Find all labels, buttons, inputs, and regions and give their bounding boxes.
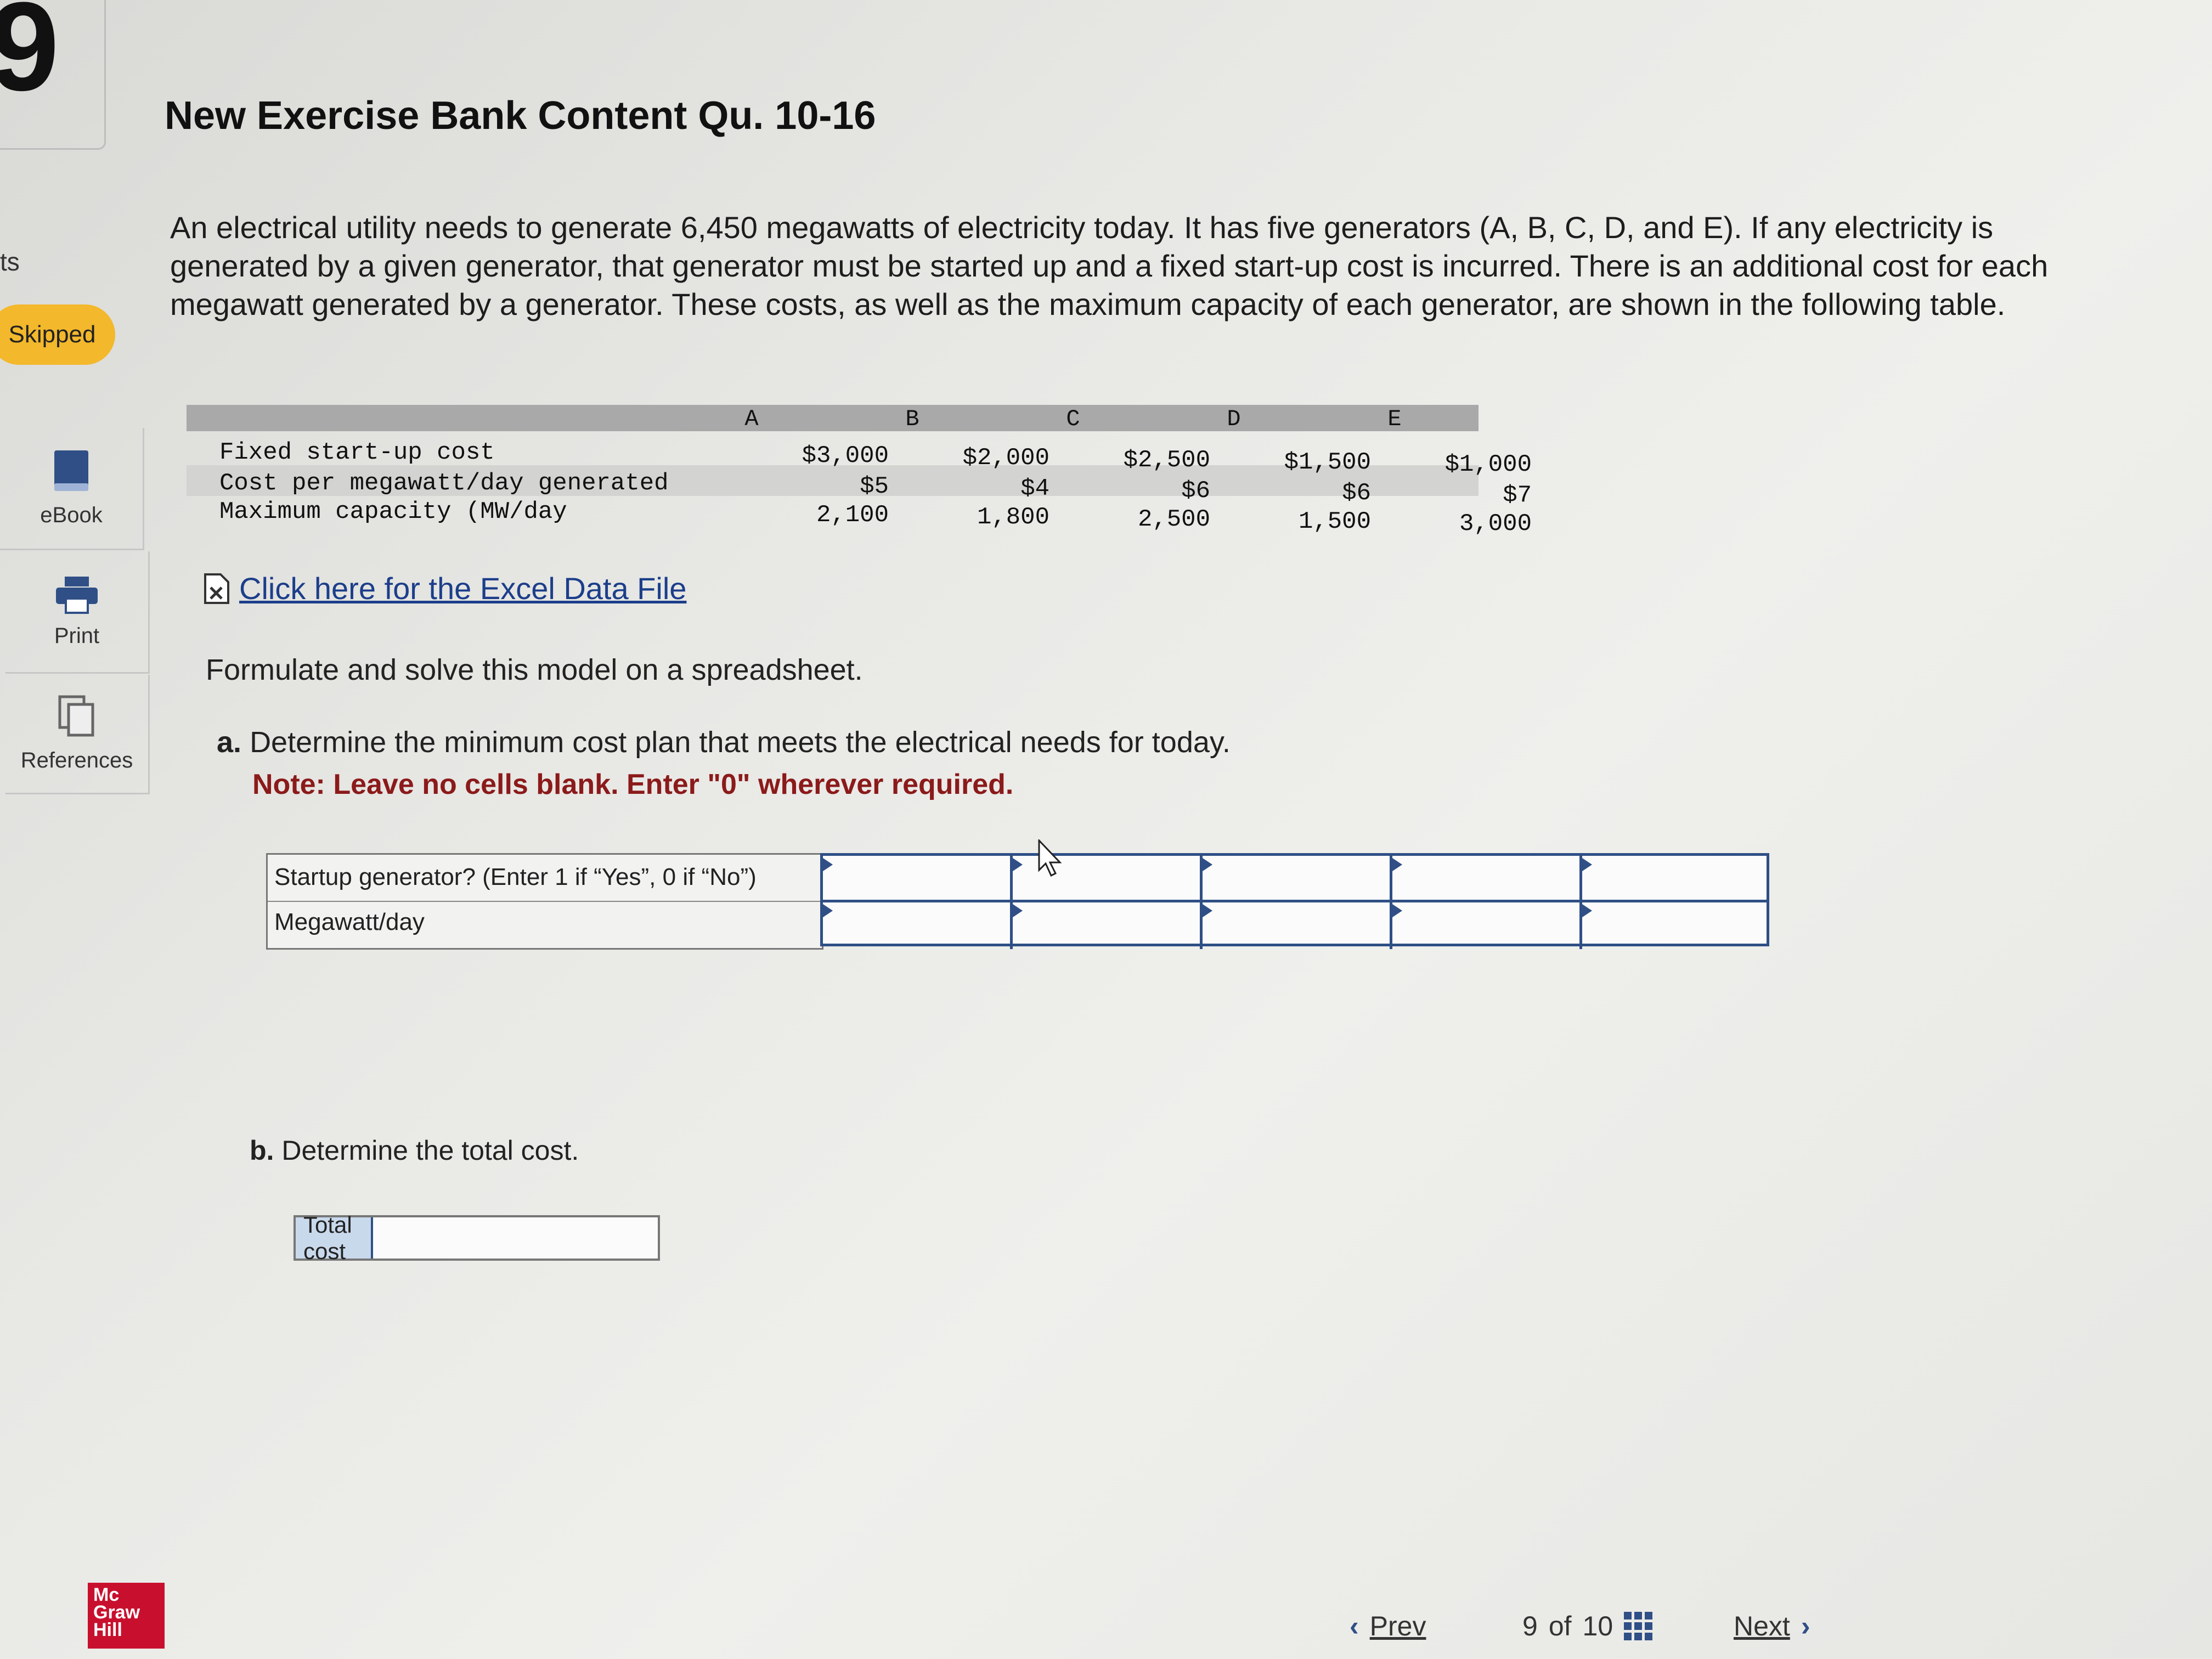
- megawatt-input-e[interactable]: [1593, 904, 1763, 945]
- answer-cells: [820, 853, 1769, 949]
- logo-line: Graw: [93, 1602, 140, 1623]
- col-header-b: B: [905, 406, 919, 432]
- excel-file-icon: [204, 573, 229, 604]
- excel-data-link[interactable]: Click here for the Excel Data File: [203, 571, 686, 606]
- table-header-band: [187, 405, 1479, 431]
- skipped-badge[interactable]: Skipped: [0, 304, 115, 365]
- ebook-icon: [54, 450, 88, 491]
- part-b-text: Determine the total cost.: [281, 1135, 579, 1166]
- excel-link-label[interactable]: Click here for the Excel Data File: [239, 571, 686, 606]
- total-cost-row: Total cost: [294, 1212, 660, 1264]
- part-b-letter: b.: [250, 1135, 274, 1166]
- problem-intro: An electrical utility needs to generate …: [170, 210, 2049, 321]
- table-cell: $4: [1020, 475, 1049, 503]
- table-cell: $2,500: [1123, 447, 1210, 474]
- grid-hline: [823, 900, 1767, 902]
- chevron-right-icon: ›: [1801, 1611, 1810, 1641]
- table-cell: 2,100: [816, 501, 889, 529]
- megawatt-row-label: Megawatt/day: [274, 909, 425, 935]
- rail-partial-label: ts: [0, 247, 20, 276]
- print-icon: [56, 576, 98, 614]
- answer-grid-labels: Startup generator? (Enter 1 if “Yes”, 0 …: [266, 853, 823, 950]
- references-label: References: [20, 748, 133, 772]
- input-flag-icon: [1392, 858, 1402, 871]
- logo-line: Mc: [93, 1584, 120, 1605]
- input-flag-icon: [823, 858, 833, 871]
- megawatt-input-c[interactable]: [1214, 904, 1389, 945]
- startup-input-c[interactable]: [1214, 858, 1389, 899]
- input-flag-icon: [1392, 904, 1402, 917]
- label-divider: [268, 901, 822, 902]
- table-cell: 2,500: [1137, 506, 1210, 533]
- col-header-e: E: [1387, 406, 1402, 432]
- prev-button[interactable]: ‹ Prev: [1350, 1610, 1426, 1642]
- table-cell: $2,000: [962, 444, 1049, 472]
- row-label-max-capacity: Maximum capacity (MW/day: [219, 498, 567, 526]
- total-cost-input[interactable]: [373, 1217, 658, 1259]
- print-button[interactable]: Print: [5, 551, 150, 674]
- ebook-label: eBook: [40, 503, 103, 527]
- page-title: New Exercise Bank Content Qu. 10-16: [165, 94, 876, 138]
- mcgraw-hill-logo: Mc Graw Hill: [88, 1583, 165, 1649]
- table-cell: $6: [1181, 477, 1210, 505]
- megawatt-input-a[interactable]: [834, 904, 1009, 945]
- page-current: 9: [1522, 1611, 1538, 1641]
- print-label: Print: [54, 623, 100, 648]
- input-flag-icon: [1582, 858, 1592, 871]
- table-cell: $5: [860, 473, 889, 500]
- table-cell: $1,500: [1284, 449, 1371, 476]
- megawatt-input-b[interactable]: [1024, 904, 1199, 945]
- input-flag-icon: [1013, 858, 1023, 871]
- table-cell: $7: [1503, 482, 1532, 509]
- prev-label: Prev: [1369, 1611, 1426, 1641]
- startup-input-a[interactable]: [834, 858, 1009, 899]
- part-a-text: Determine the minimum cost plan that mee…: [250, 726, 1231, 759]
- formulate-instruction: Formulate and solve this model on a spre…: [206, 653, 863, 686]
- col-header-d: D: [1227, 406, 1241, 432]
- table-cell: $1,000: [1444, 451, 1532, 478]
- question-number: 9: [0, 0, 59, 117]
- page-total: 10: [1582, 1611, 1613, 1641]
- table-cell: 3,000: [1459, 510, 1532, 538]
- col-header-c: C: [1066, 406, 1080, 432]
- page-indicator[interactable]: 9 of 10: [1522, 1610, 1653, 1642]
- part-a-note: Note: Leave no cells blank. Enter "0" wh…: [252, 769, 1014, 800]
- table-cell: 1,800: [977, 504, 1049, 531]
- input-flag-icon: [1582, 904, 1592, 917]
- grid-menu-icon[interactable]: [1624, 1612, 1653, 1640]
- input-flag-icon: [1013, 904, 1023, 917]
- table-cell: $3,000: [802, 442, 889, 470]
- megawatt-input-d[interactable]: [1403, 904, 1579, 945]
- row-label-fixed-cost: Fixed start-up cost: [219, 439, 495, 466]
- generator-data-table: A B C D E Fixed start-up cost $3,000 $2,…: [187, 405, 1532, 538]
- table-cell: 1,500: [1298, 508, 1371, 535]
- startup-input-d[interactable]: [1403, 858, 1579, 899]
- next-button[interactable]: Next ›: [1734, 1610, 1810, 1642]
- logo-line: Hill: [93, 1620, 122, 1640]
- ebook-button[interactable]: eBook: [0, 428, 144, 550]
- row-label-cost-per-mw: Cost per megawatt/day generated: [219, 470, 669, 497]
- col-header-a: A: [744, 406, 759, 432]
- part-a-prompt: a. Determine the minimum cost plan that …: [217, 725, 1231, 759]
- answer-grid: Startup generator? (Enter 1 if “Yes”, 0 …: [266, 853, 1769, 950]
- input-flag-icon: [1203, 858, 1212, 871]
- references-icon: [58, 695, 94, 737]
- startup-input-e[interactable]: [1593, 858, 1763, 899]
- table-cell: $6: [1342, 479, 1371, 507]
- input-flag-icon: [823, 904, 833, 917]
- startup-row-label: Startup generator? (Enter 1 if “Yes”, 0 …: [274, 864, 757, 890]
- chevron-left-icon: ‹: [1350, 1611, 1359, 1641]
- part-a-letter: a.: [217, 726, 242, 759]
- page-of: of: [1548, 1611, 1572, 1641]
- next-label: Next: [1734, 1611, 1790, 1641]
- mouse-cursor-icon: [1038, 839, 1062, 877]
- input-flag-icon: [1203, 904, 1212, 917]
- references-button[interactable]: References: [5, 675, 150, 794]
- part-b-prompt: b. Determine the total cost.: [250, 1135, 579, 1166]
- total-cost-label: Total cost: [296, 1212, 373, 1264]
